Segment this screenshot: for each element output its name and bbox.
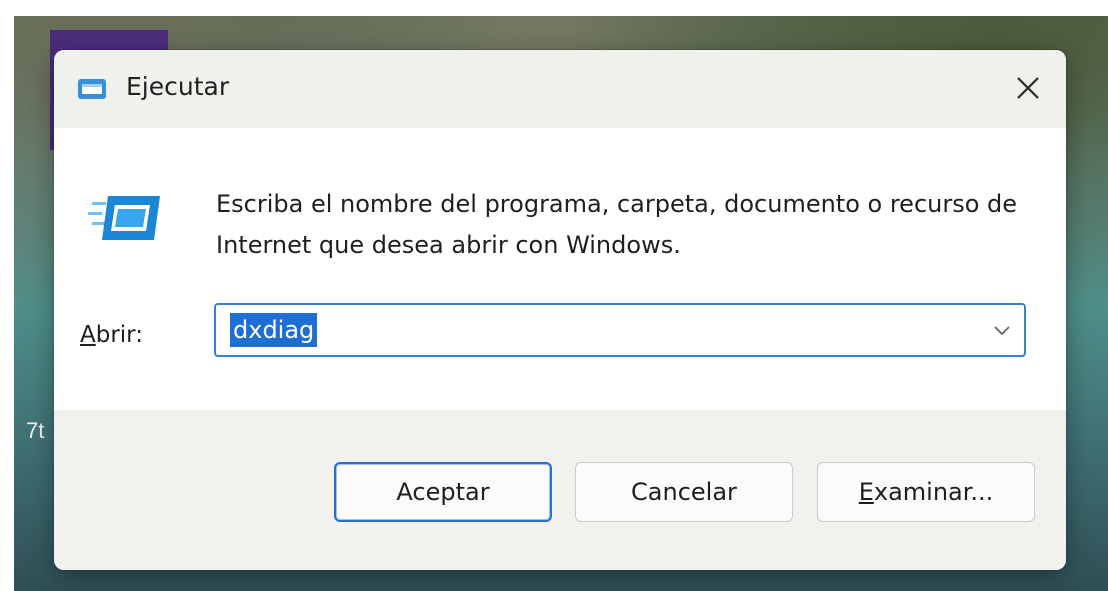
run-dialog: Ejecutar Escriba el nombre del programa,… — [54, 50, 1066, 570]
window-title: Ejecutar — [126, 72, 230, 101]
browse-button[interactable]: Examinar... — [817, 462, 1035, 522]
title-bar: Ejecutar — [54, 50, 1066, 128]
browse-accel: E — [858, 478, 874, 506]
browse-label-rest: xaminar... — [873, 478, 994, 506]
close-button[interactable] — [1004, 64, 1052, 112]
open-label-rest: brir: — [95, 322, 143, 348]
open-combobox[interactable]: dxdiag — [214, 303, 1026, 357]
open-label: Abrir: — [80, 322, 143, 348]
desktop-partial-text: 7t — [26, 418, 45, 443]
ok-button[interactable]: Aceptar — [334, 462, 552, 522]
dialog-description: Escriba el nombre del programa, carpeta,… — [216, 190, 1018, 259]
run-program-icon — [88, 196, 160, 240]
cancel-button[interactable]: Cancelar — [575, 462, 793, 522]
chevron-down-icon[interactable] — [990, 320, 1014, 340]
run-icon — [78, 79, 106, 99]
close-icon — [1017, 77, 1039, 99]
open-input-value[interactable]: dxdiag — [230, 313, 318, 347]
open-label-accel: A — [80, 322, 96, 348]
